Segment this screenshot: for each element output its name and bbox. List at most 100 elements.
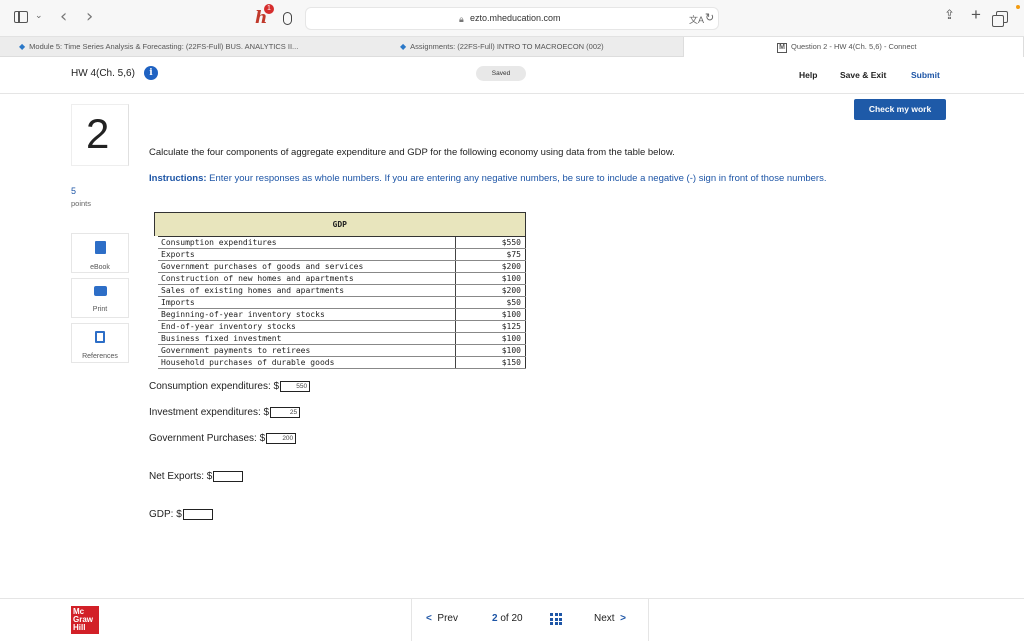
row-label: Construction of new homes and apartments xyxy=(150,272,456,285)
tab-module-5[interactable]: ◆ Module 5: Time Series Analysis & Foreca… xyxy=(0,37,341,57)
row-value: $100 xyxy=(455,332,526,345)
references-button[interactable]: References xyxy=(71,323,129,363)
sidebar-toggle-icon[interactable] xyxy=(14,11,28,23)
instructions: Instructions: Enter your responses as wh… xyxy=(149,172,829,185)
next-label: Next xyxy=(594,613,615,624)
investment-input[interactable]: 25 xyxy=(270,407,301,418)
row-label: Beginning-of-year inventory stocks xyxy=(150,308,456,321)
consumption-input[interactable]: 550 xyxy=(280,381,311,392)
gdp-data-table: GDP Consumption expenditures $550 Exports $… xyxy=(150,212,526,369)
investment-answer-row: Investment expenditures: $25 xyxy=(149,407,301,419)
current-question: 2 xyxy=(492,613,498,624)
row-value: $125 xyxy=(455,320,526,333)
submit-link[interactable]: Submit xyxy=(911,70,940,80)
question-grid-icon[interactable] xyxy=(550,613,562,625)
footer: Mc Graw Hill < Prev 2 of 20 Next > xyxy=(0,598,1024,641)
row-value: $200 xyxy=(455,260,526,273)
question-total: of 20 xyxy=(500,613,523,624)
row-value: $100 xyxy=(455,344,526,357)
table-row: Government purchases of goods and servic… xyxy=(150,260,526,273)
table-header: GDP xyxy=(154,212,526,237)
table-row: Construction of new homes and apartments… xyxy=(150,272,526,285)
next-button[interactable]: Next > xyxy=(594,613,626,624)
row-label: Sales of existing homes and apartments xyxy=(150,284,456,297)
question-number-box: 2 xyxy=(71,104,129,166)
printer-icon xyxy=(93,286,107,296)
row-value: $100 xyxy=(455,308,526,321)
privacy-extension-icon[interactable] xyxy=(283,12,292,25)
chevron-down-icon[interactable]: ⌄ xyxy=(35,10,43,21)
saved-status-badge: Saved xyxy=(476,66,526,81)
gdp-label: GDP: $ xyxy=(149,509,182,521)
row-value: $50 xyxy=(455,296,526,309)
government-input[interactable]: 200 xyxy=(266,433,297,444)
references-icon xyxy=(95,331,105,343)
print-button[interactable]: Print xyxy=(71,278,129,318)
row-label: Imports xyxy=(150,296,456,309)
row-label: Consumption expenditures xyxy=(150,236,456,249)
check-my-work-button[interactable]: Check my work xyxy=(854,99,946,120)
row-value: $150 xyxy=(455,356,526,369)
table-row: Government payments to retirees $100 xyxy=(150,344,526,357)
tab-question-2[interactable]: M Question 2 - HW 4(Ch. 5,6) - Connect xyxy=(683,37,1024,57)
prev-button[interactable]: < Prev xyxy=(426,613,458,624)
ebook-button[interactable]: eBook xyxy=(71,233,129,273)
row-value: $100 xyxy=(455,272,526,285)
table-row: Consumption expenditures $550 xyxy=(150,236,526,249)
table-row: Business fixed investment $100 xyxy=(150,332,526,345)
row-label: End-of-year inventory stocks xyxy=(150,320,456,333)
row-value: $550 xyxy=(455,236,526,249)
back-icon[interactable]: ‹ xyxy=(60,6,67,27)
row-label: Government payments to retirees xyxy=(150,344,456,357)
net-exports-answer-row: Net Exports: $ xyxy=(149,471,244,483)
table-row: Sales of existing homes and apartments $2… xyxy=(150,284,526,297)
references-label: References xyxy=(82,353,118,360)
tab-strip: ◆ Module 5: Time Series Analysis & Foreca… xyxy=(0,37,1024,57)
url-text: ezto.mheducation.com xyxy=(470,13,561,23)
assignment-header: HW 4(Ch. 5,6) i Saved Help Save & Exit S… xyxy=(0,57,1024,94)
browser-toolbar: ⌄ ‹ › h 1 🔒︎ ezto.mheducation.com 文A ↻ ⇪… xyxy=(0,0,1024,37)
table-row: Beginning-of-year inventory stocks $100 xyxy=(150,308,526,321)
notification-dot-icon xyxy=(1016,5,1020,9)
government-answer-row: Government Purchases: $200 xyxy=(149,433,297,445)
help-link[interactable]: Help xyxy=(799,70,817,80)
connect-logo-icon: ◆ xyxy=(19,42,26,51)
address-bar[interactable]: 🔒︎ ezto.mheducation.com 文A ↻ xyxy=(305,7,719,30)
chevron-right-icon: > xyxy=(620,613,626,624)
instructions-label: Instructions: xyxy=(149,173,207,184)
tab-assignments[interactable]: ◆ Assignments: (22FS-Full) INTRO TO MACRO… xyxy=(341,37,683,57)
tab-overview-icon[interactable] xyxy=(992,11,1008,27)
save-exit-link[interactable]: Save & Exit xyxy=(840,70,886,80)
logo-text: Hill xyxy=(73,623,86,632)
row-label: Household purchases of durable goods xyxy=(150,356,456,369)
translate-icon[interactable]: 文A xyxy=(689,13,704,26)
table-row: End-of-year inventory stocks $125 xyxy=(150,320,526,333)
points-value: 5 xyxy=(71,186,77,196)
row-label: Business fixed investment xyxy=(150,332,456,345)
government-label: Government Purchases: $ xyxy=(149,433,266,445)
forward-icon[interactable]: › xyxy=(86,6,93,27)
info-icon[interactable]: i xyxy=(144,66,158,80)
consumption-label: Consumption expenditures: $ xyxy=(149,381,280,393)
print-label: Print xyxy=(92,306,108,313)
book-icon xyxy=(94,241,106,254)
reload-icon[interactable]: ↻ xyxy=(705,11,714,24)
investment-label: Investment expenditures: $ xyxy=(149,407,270,419)
question-number: 2 xyxy=(86,110,110,157)
row-label: Government purchases of goods and servic… xyxy=(150,260,456,273)
table-row: Household purchases of durable goods $150 xyxy=(150,356,526,369)
gdp-input[interactable] xyxy=(182,509,213,520)
question-counter[interactable]: 2 of 20 xyxy=(492,613,523,624)
net-exports-input[interactable] xyxy=(213,471,244,482)
instructions-text: Enter your responses as whole numbers. I… xyxy=(206,173,827,184)
mcgraw-hill-logo: Mc Graw Hill xyxy=(71,606,99,634)
question-prompt: Calculate the four components of aggrega… xyxy=(149,147,675,158)
net-exports-label: Net Exports: $ xyxy=(149,471,213,483)
new-tab-icon[interactable]: + xyxy=(971,5,981,25)
tab-label: Question 2 - HW 4(Ch. 5,6) - Connect xyxy=(791,42,917,51)
extension-badge: 1 xyxy=(264,4,274,14)
gdp-answer-row: GDP: $ xyxy=(149,509,213,520)
question-pager: < Prev 2 of 20 Next > xyxy=(411,599,649,641)
tab-label: Module 5: Time Series Analysis & Forecas… xyxy=(29,42,299,51)
share-icon[interactable]: ⇪ xyxy=(944,8,955,23)
